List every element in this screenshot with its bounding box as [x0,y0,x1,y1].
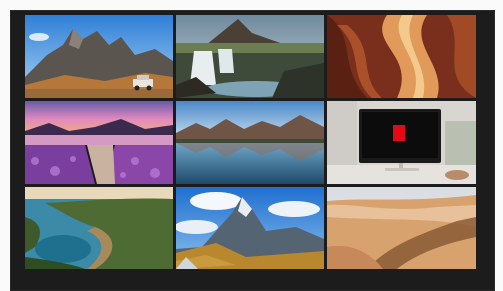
wallpaper-tile-desert-dunes[interactable] [327,187,476,269]
wallpaper-grid [25,15,486,279]
netflix-logo [393,125,405,141]
waterfall-image [176,15,324,98]
slot-canyon-image [327,15,476,98]
wallpaper-tile-alpine-peaks[interactable] [176,187,324,269]
wallpaper-tile-coastal-bay[interactable] [25,187,173,269]
lake-reflection-image [176,101,324,184]
alpine-peaks-image [176,187,324,269]
wallpaper-tile-mountain-jeep[interactable] [25,15,173,98]
wallpaper-tile-waterfall[interactable] [176,15,324,98]
wallpaper-tile-slot-canyon[interactable] [327,15,476,98]
wallpaper-tile-netflix-laptop[interactable] [327,101,476,184]
netflix-laptop-image [327,101,476,184]
mountain-jeep-image [25,15,173,98]
coastal-bay-image [25,187,173,269]
desert-dunes-image [327,187,476,269]
lavender-lake-image [25,101,173,184]
wallpaper-tile-lake-reflection[interactable] [176,101,324,184]
wallpaper-tile-lavender-lake[interactable] [25,101,173,184]
